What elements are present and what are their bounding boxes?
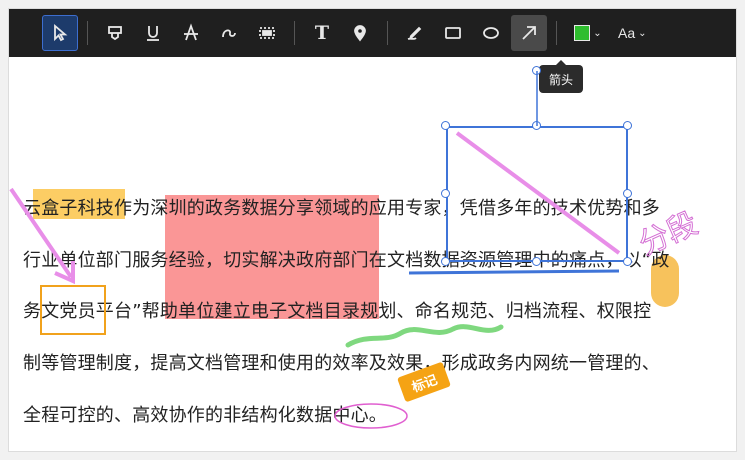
rotate-handle[interactable] [532, 66, 541, 75]
underline-icon [147, 26, 159, 41]
resize-handle[interactable] [532, 121, 541, 130]
select-tool-button[interactable] [42, 15, 78, 51]
color-picker-button[interactable]: ⌄ [566, 15, 610, 51]
pin-tool-button[interactable] [342, 15, 378, 51]
cursor-icon [54, 24, 68, 42]
strikethrough-icon [184, 23, 198, 41]
resize-handle[interactable] [441, 257, 450, 266]
annotation-toolbar: T ⌄ Aa ⌄ [9, 9, 736, 57]
resize-handle[interactable] [623, 257, 632, 266]
map-pin-icon [354, 25, 366, 42]
app-window: T ⌄ Aa ⌄ 箭头 云盒子科技作为深圳的政务数据分享领域的应用专家，凭借多年… [8, 8, 737, 452]
resize-handle[interactable] [623, 189, 632, 198]
squiggle-icon [222, 29, 236, 38]
pen-tool-button[interactable] [397, 15, 433, 51]
toolbar-divider [87, 21, 88, 45]
rectangle-tool-button[interactable] [435, 15, 471, 51]
current-color-swatch [574, 25, 591, 41]
arrow-icon [522, 26, 536, 40]
resize-handle[interactable] [441, 121, 450, 130]
document-line-3: 务文党员平台”帮助单位建立电子文档目录规划、命名规范、归档流程、权限控 [23, 301, 652, 322]
ellipse-icon [483, 27, 499, 39]
document-canvas[interactable]: 云盒子科技作为深圳的政务数据分享领域的应用专家，凭借多年的技术优势和多 行业单位… [9, 57, 736, 451]
resize-handle[interactable] [441, 189, 450, 198]
document-line-5: 全程可控的、高效协作的非结构化数据中心。 [23, 405, 387, 426]
font-settings-button[interactable]: Aa ⌄ [612, 15, 653, 51]
chevron-down-icon: ⌄ [593, 27, 602, 39]
rectangle-icon [445, 27, 461, 39]
resize-handle[interactable] [623, 121, 632, 130]
orange-rectangle-annotation[interactable] [40, 285, 106, 335]
font-size-label: Aa [618, 25, 636, 41]
green-squiggle[interactable] [345, 324, 504, 348]
text-icon: T [314, 22, 330, 44]
selected-rectangle-annotation[interactable] [446, 126, 628, 262]
marker-tool-button[interactable] [97, 15, 133, 51]
squiggle-tool-button[interactable] [211, 15, 247, 51]
pen-icon [407, 26, 422, 40]
toolbar-divider [556, 21, 557, 45]
underline-tool-button[interactable] [135, 15, 171, 51]
document-line-4: 制等管理制度，提高文档管理和使用的效率及效果，形成政务内网统一管理的、 [23, 353, 660, 374]
text-tool-button[interactable]: T [304, 15, 340, 51]
toolbar-divider [387, 21, 388, 45]
chevron-down-icon: ⌄ [638, 27, 647, 39]
toolbar-divider [294, 21, 295, 45]
strikethrough-tool-button[interactable] [173, 15, 209, 51]
highlighter-icon [108, 26, 122, 41]
ellipse-tool-button[interactable] [473, 15, 509, 51]
resize-handle[interactable] [532, 257, 541, 266]
area-icon [259, 27, 275, 39]
area-highlight-tool-button[interactable] [249, 15, 285, 51]
arrow-tool-button[interactable] [511, 15, 547, 51]
